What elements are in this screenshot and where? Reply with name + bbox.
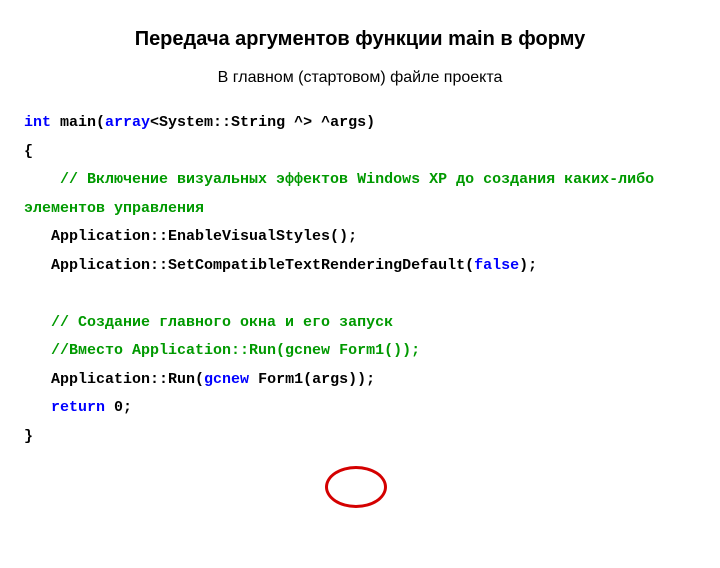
code-text: 0; — [105, 399, 132, 416]
code-comment: // Включение визуальных эффектов Windows… — [24, 171, 663, 217]
code-indent — [24, 399, 51, 416]
kw-gcnew: gcnew — [204, 371, 249, 388]
code-indent — [24, 342, 51, 359]
code-block: int main(array<System::String ^> ^args) … — [0, 109, 720, 451]
kw-int: int — [24, 114, 51, 131]
code-blank — [24, 285, 33, 302]
code-indent — [24, 371, 51, 388]
kw-array: array — [105, 114, 150, 131]
code-indent — [24, 171, 60, 188]
code-comment: //Вместо Application::Run(gcnew Form1())… — [51, 342, 420, 359]
code-indent — [24, 257, 51, 274]
code-text: Application::SetCompatibleTextRenderingD… — [51, 257, 474, 274]
code-text: main( — [51, 114, 105, 131]
code-text: { — [24, 143, 33, 160]
code-text: } — [24, 428, 33, 445]
code-indent — [24, 314, 51, 331]
code-text: Application::Run( — [51, 371, 204, 388]
kw-return: return — [51, 399, 105, 416]
code-indent — [24, 228, 51, 245]
page-subtitle: В главном (стартовом) файле проекта — [0, 69, 720, 87]
page-title: Передача аргументов функции main в форму — [0, 28, 720, 51]
code-text: Form1(args)); — [249, 371, 375, 388]
kw-false: false — [474, 257, 519, 274]
annotation-circle — [325, 466, 387, 508]
code-text: ); — [519, 257, 537, 274]
code-text: Application::EnableVisualStyles(); — [51, 228, 357, 245]
code-text: <System::String ^> ^args) — [150, 114, 375, 131]
code-comment: // Создание главного окна и его запуск — [51, 314, 393, 331]
